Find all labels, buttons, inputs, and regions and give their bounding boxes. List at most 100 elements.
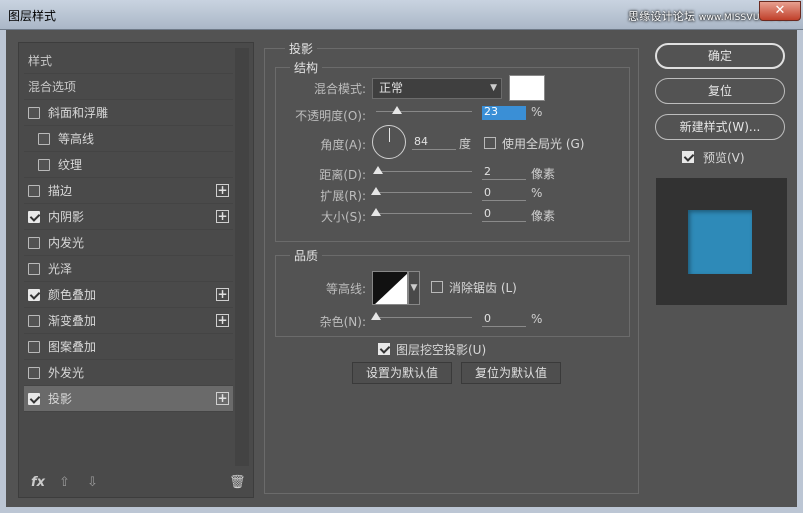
style-item-checkbox[interactable] — [28, 263, 40, 275]
window-title: 图层样式 — [8, 9, 57, 23]
style-item[interactable]: 外发光 — [24, 360, 233, 386]
chevron-down-icon: ▼ — [490, 83, 497, 93]
size-slider-thumb[interactable] — [371, 208, 381, 216]
close-button[interactable]: ✕ — [759, 1, 801, 21]
style-item[interactable]: 光泽 — [24, 256, 233, 282]
noise-input[interactable]: 0 — [482, 313, 526, 327]
style-item-label: 投影 — [48, 392, 73, 406]
size-label: 大小(S): — [320, 210, 366, 224]
distance-label: 距离(D): — [319, 168, 366, 182]
drop-shadow-title: 投影 — [285, 40, 318, 57]
style-item-label: 描边 — [48, 184, 73, 198]
noise-slider-thumb[interactable] — [371, 312, 381, 320]
distance-slider[interactable] — [372, 166, 472, 174]
blend-mode-label: 混合模式: — [313, 82, 366, 96]
style-item[interactable]: 渐变叠加 + — [24, 308, 233, 334]
shadow-color-swatch[interactable] — [509, 75, 545, 101]
style-item[interactable]: 投影 + — [24, 386, 233, 412]
style-item[interactable]: 纹理 — [24, 152, 233, 178]
style-item[interactable]: 描边 + — [24, 178, 233, 204]
spread-unit: % — [531, 186, 543, 200]
style-item-checkbox[interactable] — [28, 315, 40, 327]
reset-button[interactable]: 复位 — [655, 78, 785, 104]
reset-default-button[interactable]: 复位为默认值 — [461, 362, 561, 384]
distance-slider-thumb[interactable] — [372, 166, 383, 174]
style-item-checkbox[interactable] — [28, 211, 40, 223]
distance-input[interactable]: 2 — [482, 166, 526, 180]
antialias-checkbox[interactable] — [431, 281, 443, 293]
spread-input[interactable]: 0 — [482, 187, 526, 201]
style-item-checkbox[interactable] — [28, 289, 40, 301]
style-item-label: 光泽 — [48, 262, 73, 276]
angle-dial[interactable] — [372, 125, 406, 159]
style-item-checkbox[interactable] — [38, 133, 50, 145]
preview-checkbox[interactable] — [682, 151, 694, 163]
set-default-button[interactable]: 设置为默认值 — [352, 362, 452, 384]
preview-swatch — [688, 210, 752, 274]
style-item[interactable]: 图案叠加 — [24, 334, 233, 360]
knockout-checkbox[interactable] — [378, 343, 390, 355]
add-effect-icon[interactable]: + — [216, 184, 229, 197]
add-effect-icon[interactable]: + — [216, 288, 229, 301]
preview-label: 预览(V) — [703, 151, 745, 165]
add-effect-icon[interactable]: + — [216, 392, 229, 405]
angle-input[interactable]: 84 — [412, 136, 456, 150]
list-header-styles[interactable]: 样式 — [24, 48, 233, 74]
spread-slider[interactable] — [371, 187, 472, 195]
style-item[interactable]: 内阴影 + — [24, 204, 233, 230]
spread-label: 扩展(R): — [320, 189, 366, 203]
move-up-icon[interactable]: ⇧ — [59, 475, 70, 490]
contour-preview[interactable] — [372, 271, 408, 305]
style-item-checkbox[interactable] — [28, 367, 40, 379]
style-item-checkbox[interactable] — [28, 185, 40, 197]
style-item-label: 外发光 — [48, 366, 85, 380]
fx-icon[interactable]: fx — [31, 475, 45, 490]
move-down-icon[interactable]: ⇩ — [87, 475, 98, 490]
noise-slider[interactable] — [371, 312, 472, 320]
style-item[interactable]: 斜面和浮雕 — [24, 100, 233, 126]
style-item-label: 内发光 — [48, 236, 85, 250]
size-input[interactable]: 0 — [482, 208, 526, 222]
size-slider[interactable] — [371, 208, 472, 216]
trash-icon[interactable]: 🗑 — [229, 475, 246, 490]
style-item-checkbox[interactable] — [28, 341, 40, 353]
style-list-toolbar: fx ⇧ ⇩ 🗑 — [19, 473, 253, 497]
size-unit: 像素 — [531, 209, 556, 223]
blend-mode-select[interactable]: 正常 ▼ — [372, 78, 502, 99]
add-effect-icon[interactable]: + — [216, 210, 229, 223]
opacity-slider-thumb[interactable] — [392, 106, 403, 114]
style-item[interactable]: 内发光 — [24, 230, 233, 256]
style-item[interactable]: 颜色叠加 + — [24, 282, 233, 308]
contour-label: 等高线: — [325, 282, 366, 296]
opacity-input[interactable]: 23 — [482, 106, 526, 120]
angle-label: 角度(A): — [320, 138, 366, 152]
add-effect-icon[interactable]: + — [216, 314, 229, 327]
style-item-checkbox[interactable] — [28, 393, 40, 405]
ok-button[interactable]: 确定 — [655, 43, 785, 69]
global-light-checkbox[interactable] — [484, 137, 496, 149]
style-item-label: 图案叠加 — [48, 340, 97, 354]
chevron-down-icon[interactable]: ▼ — [408, 271, 420, 305]
style-item-label: 纹理 — [58, 158, 83, 172]
spread-slider-thumb[interactable] — [371, 187, 381, 195]
style-item-label: 内阴影 — [48, 210, 85, 224]
quality-title: 品质 — [290, 247, 323, 264]
watermark-text: 思缘设计论坛 — [628, 10, 696, 23]
style-item-label: 斜面和浮雕 — [48, 106, 109, 120]
style-item-checkbox[interactable] — [28, 107, 40, 119]
drop-shadow-panel: 投影 结构 混合模式: 正常 ▼ 不透明度(O): 23 % 角度(A): 84… — [264, 40, 639, 494]
new-style-button[interactable]: 新建样式(W)... — [655, 114, 785, 140]
list-header-blend-options[interactable]: 混合选项 — [24, 74, 233, 100]
style-item-label: 渐变叠加 — [48, 314, 97, 328]
angle-unit: 度 — [459, 137, 472, 151]
noise-unit: % — [531, 312, 543, 326]
opacity-slider[interactable] — [376, 106, 472, 114]
opacity-unit: % — [531, 105, 543, 119]
knockout-label: 图层挖空投影(U) — [396, 343, 487, 357]
style-list-scrollbar[interactable] — [235, 48, 249, 466]
distance-unit: 像素 — [531, 167, 556, 181]
structure-title: 结构 — [290, 59, 323, 76]
style-item[interactable]: 等高线 — [24, 126, 233, 152]
style-item-checkbox[interactable] — [38, 159, 50, 171]
style-item-checkbox[interactable] — [28, 237, 40, 249]
